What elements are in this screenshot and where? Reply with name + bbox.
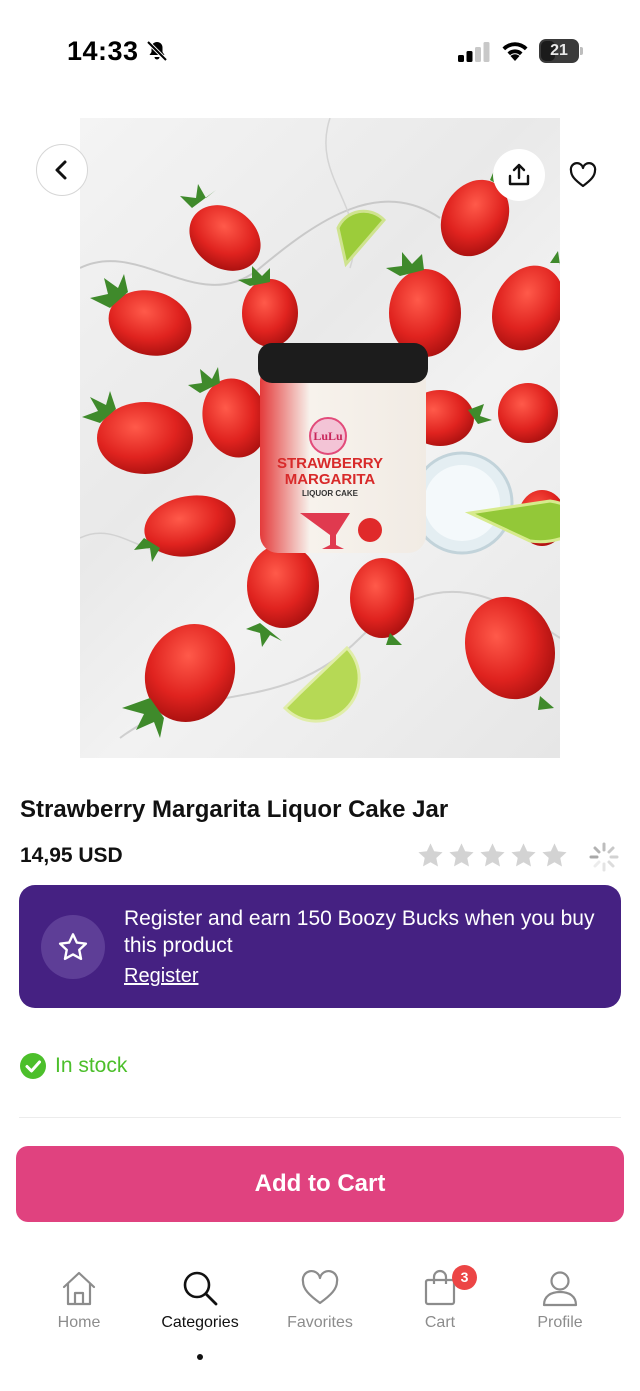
status-time: 14:33 <box>67 36 139 66</box>
jar-line-2: MARGARITA <box>285 471 376 488</box>
star-icon <box>418 843 443 867</box>
share-button[interactable] <box>493 149 545 201</box>
tab-label: Cart <box>424 1314 456 1331</box>
cart-count-badge: 3 <box>452 1265 477 1290</box>
stock-label: In stock <box>55 1054 128 1077</box>
jar-brand: LuLu <box>313 429 343 443</box>
share-icon <box>508 163 530 186</box>
star-icon <box>480 843 505 867</box>
battery-icon: 21 <box>539 39 583 63</box>
tab-label: Home <box>57 1314 101 1331</box>
battery-level: 21 <box>550 42 568 59</box>
tab-cart[interactable]: Cart 3 <box>380 1265 500 1332</box>
promo-star-badge <box>41 915 105 979</box>
bell-off-icon <box>146 40 168 62</box>
promo-text: Register and earn 150 Boozy Bucks when y… <box>124 907 595 957</box>
heart-icon <box>301 1269 339 1305</box>
tab-label: Favorites <box>287 1314 353 1331</box>
tab-home[interactable]: Home <box>19 1268 139 1332</box>
add-to-cart-button[interactable]: Add to Cart <box>16 1146 624 1222</box>
product-title: Strawberry Margarita Liquor Cake Jar <box>20 796 449 823</box>
loading-spinner-icon <box>589 842 619 872</box>
star-icon <box>542 843 567 867</box>
product-image[interactable]: LuLu STRAWBERRY MARGARITA LIQUOR CAKE <box>80 118 560 758</box>
rewards-promo-banner: Register and earn 150 Boozy Bucks when y… <box>19 885 621 1008</box>
star-icon <box>449 843 474 867</box>
status-bar: 14:33 21 <box>0 0 640 100</box>
jar-line-3: LIQUOR CAKE <box>302 489 359 498</box>
star-icon <box>511 843 536 867</box>
user-icon <box>542 1271 578 1307</box>
heart-icon <box>569 162 597 188</box>
product-rating[interactable] <box>416 841 569 870</box>
back-button[interactable] <box>36 144 88 196</box>
bottom-tab-bar: Home Categories Favorites Cart 3 Profile <box>0 1250 640 1391</box>
divider <box>19 1117 621 1118</box>
tab-favorites[interactable]: Favorites <box>260 1268 380 1332</box>
stock-status: In stock <box>19 1052 127 1080</box>
chevron-left-icon <box>55 160 67 180</box>
star-outline-icon <box>58 933 88 961</box>
check-circle-icon <box>20 1053 46 1079</box>
jar-line-1: STRAWBERRY <box>277 455 383 472</box>
tab-profile[interactable]: Profile <box>500 1268 620 1332</box>
tab-label: Profile <box>537 1314 583 1331</box>
tab-label: Categories <box>161 1314 239 1331</box>
signal-icon <box>458 42 490 62</box>
active-tab-indicator <box>197 1354 203 1360</box>
wifi-icon <box>502 42 528 61</box>
favorite-button[interactable] <box>562 154 604 196</box>
home-icon <box>62 1271 96 1306</box>
search-icon <box>183 1271 218 1306</box>
register-link[interactable]: Register <box>124 965 198 988</box>
product-price: 14,95 USD <box>20 844 123 867</box>
tab-categories[interactable]: Categories <box>140 1268 260 1360</box>
